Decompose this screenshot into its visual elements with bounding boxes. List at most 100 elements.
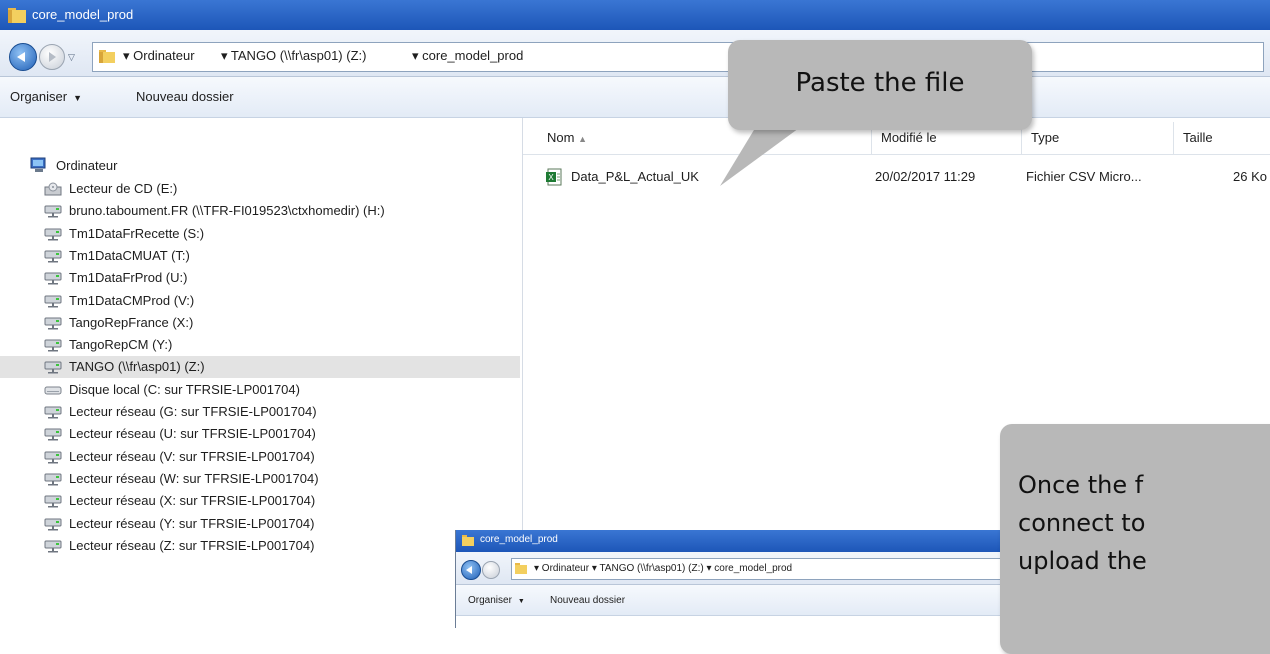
nav-item-label: bruno.taboument.FR (\\TFR-FI019523\ctxho…: [69, 203, 385, 218]
nav-item[interactable]: Lecteur réseau (Z: sur TFRSIE-LP001704): [38, 535, 518, 557]
network-drive-icon: [44, 451, 62, 464]
nav-item[interactable]: TangoRepCM (Y:): [38, 334, 518, 356]
network-drive-icon: [44, 317, 62, 330]
nav-item[interactable]: Tm1DataFrProd (U:): [38, 267, 518, 289]
secondary-new-folder-button[interactable]: Nouveau dossier: [550, 595, 625, 606]
nav-root-label: Ordinateur: [56, 158, 118, 173]
nav-item-label: Tm1DataCMUAT (T:): [69, 248, 190, 263]
instruction-callout-line-2: connect to: [1018, 509, 1146, 537]
nav-item-label: Lecteur réseau (X: sur TFRSIE-LP001704): [69, 493, 316, 508]
nav-item[interactable]: Tm1DataFrRecette (S:): [38, 223, 518, 245]
nav-item[interactable]: Disque local (C: sur TFRSIE-LP001704): [38, 379, 518, 401]
organize-button[interactable]: Organiser ▼: [10, 89, 82, 104]
address-bar: ▽ ▾ Ordinateur ▾ TANGO (\\fr\asp01) (Z:)…: [0, 30, 1270, 77]
paste-callout: Paste the file: [728, 40, 1032, 130]
breadcrumb-computer[interactable]: ▾ Ordinateur: [123, 48, 195, 64]
column-header-size[interactable]: Taille: [1173, 122, 1270, 154]
nav-item[interactable]: bruno.taboument.FR (\\TFR-FI019523\ctxho…: [38, 200, 518, 222]
folder-icon: [515, 563, 527, 574]
secondary-window-title: core_model_prod: [480, 534, 558, 545]
network-drive-icon: [44, 228, 62, 241]
file-name: Data_P&L_Actual_UK: [571, 169, 699, 184]
network-drive-icon: [44, 495, 62, 508]
column-modified-label: Modifié le: [881, 130, 937, 145]
network-drive-icon: [44, 428, 62, 441]
local-disk-icon: [44, 386, 62, 395]
nav-item-label: TangoRepCM (Y:): [69, 337, 173, 352]
new-folder-button[interactable]: Nouveau dossier: [136, 89, 234, 104]
nav-item-label: Tm1DataFrRecette (S:): [69, 226, 205, 241]
back-button[interactable]: [9, 43, 37, 71]
secondary-explorer-window: core_model_prod ▾ Ordinateur ▾ TANGO (\\…: [455, 530, 1056, 628]
nav-item[interactable]: Lecteur réseau (X: sur TFRSIE-LP001704): [38, 490, 518, 512]
nav-item-label: Tm1DataFrProd (U:): [69, 270, 188, 285]
column-size-label: Taille: [1183, 130, 1213, 145]
secondary-address-bar: ▾ Ordinateur ▾ TANGO (\\fr\asp01) (Z:) ▾…: [456, 552, 1056, 585]
instruction-callout-line-3: upload the: [1018, 547, 1147, 575]
chevron-down-icon: ▼: [73, 93, 82, 103]
folder-icon: [8, 8, 26, 23]
breadcrumb-tango[interactable]: ▾ TANGO (\\fr\asp01) (Z:): [221, 48, 366, 64]
callout-pointer: [720, 120, 810, 186]
nav-item-label: Lecteur réseau (Z: sur TFRSIE-LP001704): [69, 538, 315, 553]
folder-icon: [462, 535, 474, 546]
nav-item-label: Disque local (C: sur TFRSIE-LP001704): [69, 382, 300, 397]
secondary-title-bar: core_model_prod: [456, 530, 1056, 552]
nav-item-label: TangoRepFrance (X:): [69, 315, 194, 330]
header-divider: [523, 154, 1270, 155]
file-size: 26 Ko: [1233, 169, 1267, 184]
network-drive-icon: [44, 205, 62, 218]
nav-item-label: Lecteur réseau (U: sur TFRSIE-LP001704): [69, 426, 316, 441]
instruction-callout: Once the f connect to upload the: [1000, 424, 1270, 654]
network-drive-icon: [44, 250, 62, 263]
nav-item[interactable]: Lecteur réseau (G: sur TFRSIE-LP001704): [38, 401, 518, 423]
nav-item-label: Lecteur de CD (E:): [69, 181, 178, 196]
nav-item[interactable]: Lecteur de CD (E:): [38, 178, 518, 200]
paste-callout-text: Paste the file: [795, 68, 965, 98]
network-drive-icon: [44, 361, 62, 374]
column-header-type[interactable]: Type: [1021, 122, 1174, 154]
nav-item-label: Lecteur réseau (Y: sur TFRSIE-LP001704): [69, 516, 315, 531]
secondary-toolbar: Organiser ▼ Nouveau dossier: [456, 585, 1056, 616]
nav-item-label: Tm1DataCMProd (V:): [69, 293, 195, 308]
nav-item[interactable]: Lecteur réseau (V: sur TFRSIE-LP001704): [38, 446, 518, 468]
recent-pages-dropdown-icon[interactable]: ▽: [68, 52, 75, 63]
network-drive-icon: [44, 406, 62, 419]
nav-item-label: Lecteur réseau (W: sur TFRSIE-LP001704): [69, 471, 319, 486]
address-field[interactable]: ▾ Ordinateur ▾ TANGO (\\fr\asp01) (Z:) ▾…: [92, 42, 1264, 72]
nav-item-label: Lecteur réseau (G: sur TFRSIE-LP001704): [69, 404, 317, 419]
nav-item[interactable]: Lecteur réseau (Y: sur TFRSIE-LP001704): [38, 513, 518, 535]
window-title: core_model_prod: [32, 7, 134, 22]
network-drive-icon: [44, 518, 62, 531]
organize-label: Organiser: [10, 89, 68, 104]
nav-item[interactable]: Tm1DataCMUAT (T:): [38, 245, 518, 267]
nav-item-label: TANGO (\\fr\asp01) (Z:): [69, 359, 205, 374]
sort-ascending-icon: ▲: [578, 134, 587, 144]
forward-button[interactable]: [482, 561, 500, 579]
back-button[interactable]: [461, 560, 481, 580]
secondary-address-field[interactable]: ▾ Ordinateur ▾ TANGO (\\fr\asp01) (Z:) ▾…: [511, 558, 1053, 580]
cd-drive-icon: [44, 182, 62, 196]
folder-icon: [99, 50, 115, 63]
secondary-organize-label: Organiser: [468, 595, 512, 606]
svg-text:X: X: [548, 173, 554, 182]
secondary-organize-button[interactable]: Organiser ▼: [468, 595, 525, 606]
nav-item-label: Lecteur réseau (V: sur TFRSIE-LP001704): [69, 449, 315, 464]
chevron-down-icon: ▼: [517, 598, 525, 605]
network-drive-icon: [44, 540, 62, 553]
network-drive-icon: [44, 295, 62, 308]
secondary-breadcrumb[interactable]: ▾ Ordinateur ▾ TANGO (\\fr\asp01) (Z:) ▾…: [534, 563, 792, 574]
navigation-pane: Ordinateur Lecteur de CD (E:) bruno.tabou…: [0, 118, 523, 628]
nav-item[interactable]: Tm1DataCMProd (V:): [38, 290, 518, 312]
title-bar: core_model_prod: [0, 0, 1270, 30]
file-modified: 20/02/2017 11:29: [875, 169, 976, 184]
nav-item[interactable]: Lecteur réseau (U: sur TFRSIE-LP001704): [38, 423, 518, 445]
file-row[interactable]: X Data_P&L_Actual_UK 20/02/2017 11:29 Fi…: [523, 166, 1270, 188]
file-type: Fichier CSV Micro...: [1026, 169, 1142, 184]
nav-item[interactable]: Lecteur réseau (W: sur TFRSIE-LP001704): [38, 468, 518, 490]
nav-item[interactable]: TangoRepFrance (X:): [38, 312, 518, 334]
instruction-callout-line-1: Once the f: [1018, 471, 1144, 499]
breadcrumb-core-model-prod[interactable]: ▾ core_model_prod: [412, 48, 523, 64]
forward-button[interactable]: [39, 44, 65, 70]
nav-item[interactable]: TANGO (\\fr\asp01) (Z:): [0, 356, 520, 378]
